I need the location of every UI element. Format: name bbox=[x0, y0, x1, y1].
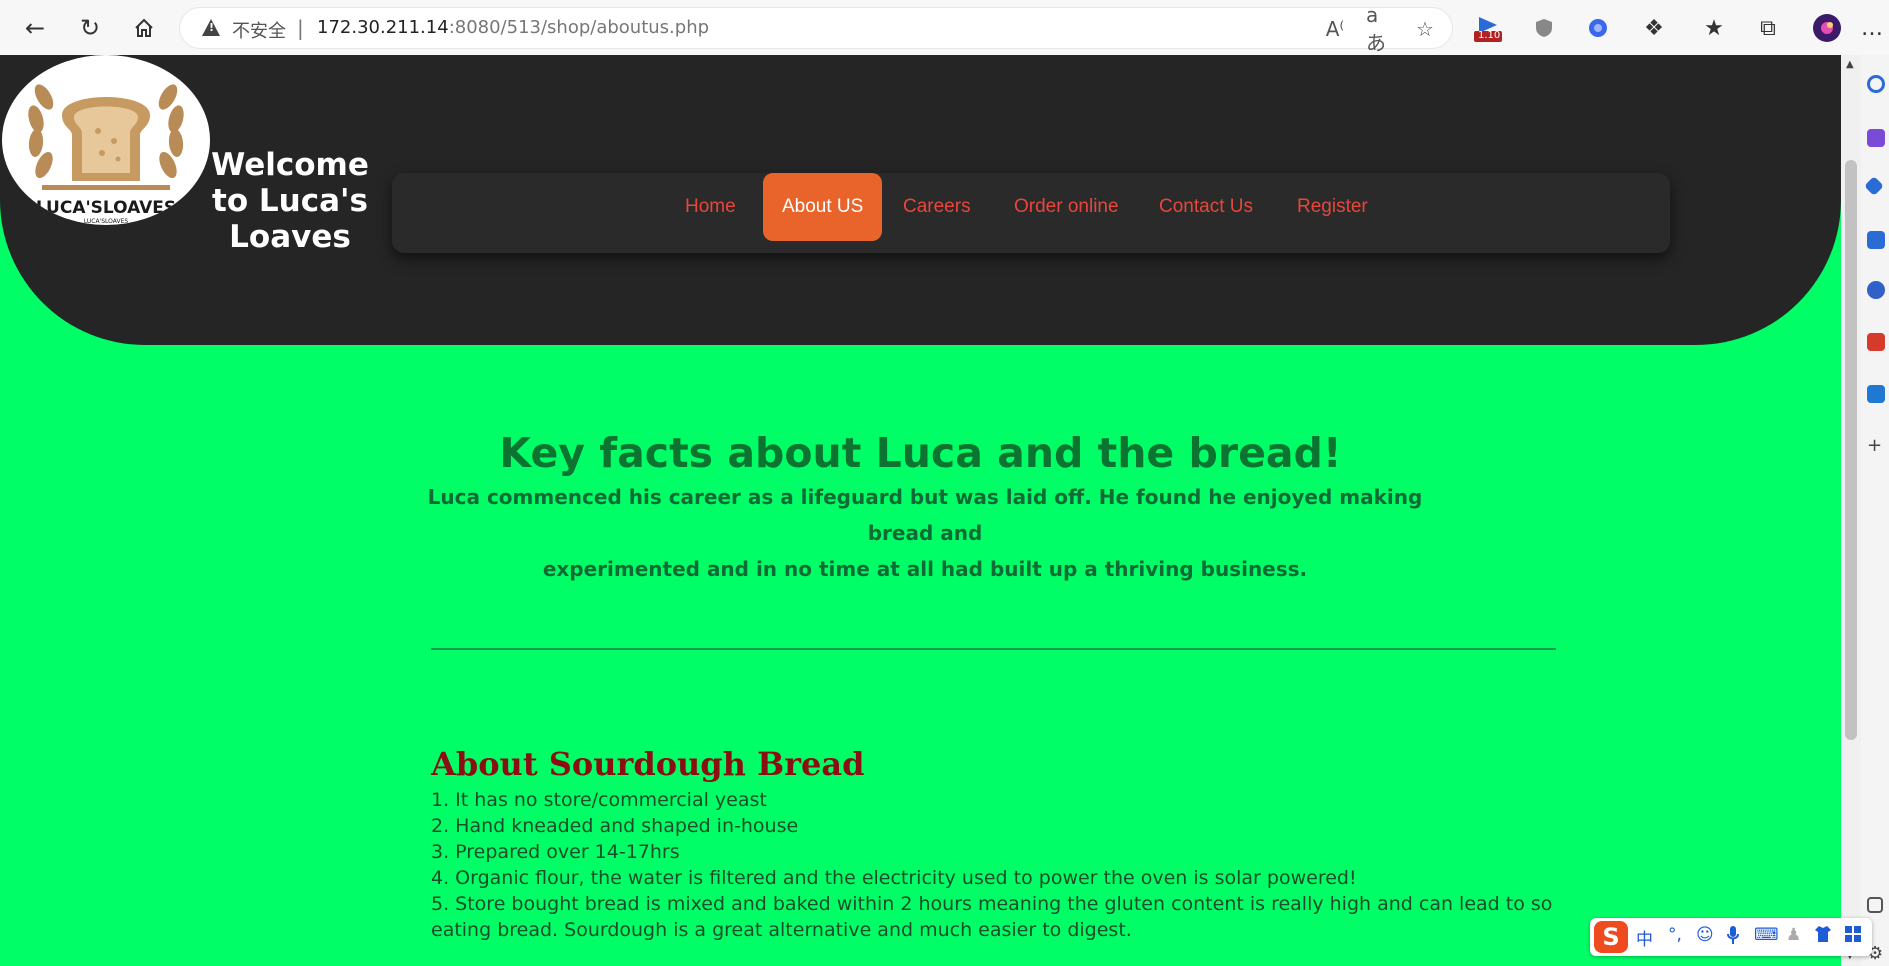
page-title: Key facts about Luca and the bread! bbox=[499, 429, 1342, 477]
nav-careers[interactable]: Careers bbox=[884, 173, 990, 241]
profile-avatar-icon[interactable] bbox=[1811, 12, 1843, 44]
list-item: 4. Organic flour, the water is filtered … bbox=[431, 867, 1357, 889]
outlook-icon[interactable] bbox=[1867, 385, 1885, 403]
vertical-scrollbar[interactable]: ▲ ▼ bbox=[1841, 55, 1861, 966]
favorites-icon[interactable]: ★ bbox=[1698, 12, 1730, 44]
list-item: 1. It has no store/commercial yeast bbox=[431, 789, 767, 811]
site-logo[interactable]: LUCA'SLOAVES LUCA'SLOAVES bbox=[2, 55, 210, 225]
intro-paragraph: Luca commenced his career as a lifeguard… bbox=[420, 479, 1430, 587]
address-bar[interactable]: ! 不安全 | 172.30.211.14:8080/513/shop/abou… bbox=[180, 3, 1452, 55]
toolbox-icon[interactable] bbox=[1844, 925, 1862, 948]
favorite-add-icon[interactable]: ☆ bbox=[1412, 16, 1438, 42]
user-icon[interactable]: ♟ bbox=[1786, 925, 1801, 945]
list-item: 5. Store bought bread is mixed and baked… bbox=[431, 893, 1553, 915]
shield-icon[interactable] bbox=[1528, 12, 1560, 44]
welcome-line: to Luca's bbox=[212, 183, 368, 219]
scroll-up-icon[interactable]: ▲ bbox=[1846, 59, 1854, 70]
more-menu-icon[interactable]: … bbox=[1860, 12, 1884, 44]
read-aloud-icon[interactable]: A⁽ bbox=[1322, 16, 1348, 42]
home-icon[interactable] bbox=[126, 10, 162, 46]
vpn-icon[interactable] bbox=[1582, 12, 1614, 44]
page-viewport: LUCA'SLOAVES LUCA'SLOAVES Welcome to Luc… bbox=[0, 55, 1841, 966]
scroll-thumb[interactable] bbox=[1845, 160, 1857, 740]
back-icon[interactable]: ← bbox=[17, 10, 53, 46]
shopping-icon[interactable] bbox=[1864, 176, 1884, 196]
people-icon[interactable] bbox=[1867, 281, 1885, 299]
url-path: :8080/513/shop/aboutus.php bbox=[448, 17, 710, 38]
welcome-line: Welcome bbox=[211, 147, 369, 183]
sogou-logo-icon[interactable]: S bbox=[1594, 921, 1628, 953]
add-icon[interactable]: + bbox=[1867, 437, 1885, 455]
sidebar-toggle-icon[interactable] bbox=[1867, 897, 1883, 913]
intro-line: Luca commenced his career as a lifeguard… bbox=[427, 485, 1423, 545]
nav-order-online[interactable]: Order online bbox=[995, 173, 1138, 241]
welcome-line: Loaves bbox=[229, 219, 351, 255]
extension-badge-text: 1.10 bbox=[1478, 30, 1501, 41]
nav-contact-us[interactable]: Contact Us bbox=[1140, 173, 1272, 241]
ime-toolbar: S 中 °, ☺ ⌨ ♟ bbox=[1590, 918, 1872, 956]
nav-about-us[interactable]: About US bbox=[763, 173, 883, 241]
ime-punct-toggle[interactable]: °, bbox=[1668, 925, 1682, 945]
nav-register[interactable]: Register bbox=[1278, 173, 1387, 241]
emoji-icon[interactable]: ☺ bbox=[1696, 925, 1714, 945]
extensions-icon[interactable]: ❖ bbox=[1638, 12, 1670, 44]
url-host: 172.30.211.14 bbox=[317, 17, 449, 38]
url-text[interactable]: 172.30.211.14:8080/513/shop/aboutus.php bbox=[317, 17, 709, 38]
refresh-icon[interactable]: ↻ bbox=[72, 10, 108, 46]
browser-toolbar: ← ↻ ! 不安全 | 172.30.211.14:8080/513/shop/… bbox=[0, 0, 1889, 56]
sourdough-heading: About Sourdough Bread bbox=[431, 745, 865, 783]
insecure-label: 不安全 bbox=[232, 21, 286, 42]
site-welcome-title: Welcome to Luca's Loaves bbox=[200, 147, 380, 255]
section-divider bbox=[431, 648, 1556, 650]
collections-icon[interactable]: ⧉ bbox=[1752, 12, 1784, 44]
intro-line: experimented and in no time at all had b… bbox=[542, 557, 1308, 581]
skin-icon[interactable] bbox=[1814, 925, 1832, 948]
url-separator: | bbox=[297, 16, 304, 40]
translate-icon[interactable]: aあ bbox=[1366, 3, 1392, 55]
microphone-icon[interactable] bbox=[1726, 925, 1740, 950]
main-nav: Home About US Careers Order online Conta… bbox=[392, 173, 1670, 253]
office-icon[interactable] bbox=[1867, 333, 1885, 351]
list-item: 2. Hand kneaded and shaped in-house bbox=[431, 815, 799, 837]
list-item: 3. Prepared over 14-17hrs bbox=[431, 841, 680, 863]
browser-sidebar: + ⚙ bbox=[1861, 55, 1889, 966]
ime-mode-toggle[interactable]: 中 bbox=[1636, 925, 1653, 950]
extension-badge-icon[interactable]: 1.10 bbox=[1472, 12, 1504, 44]
keyboard-icon[interactable]: ⌨ bbox=[1754, 925, 1779, 945]
logo-sub-text: LUCA'SLOAVES bbox=[84, 218, 129, 225]
tools-icon[interactable] bbox=[1867, 231, 1885, 249]
search-icon[interactable] bbox=[1867, 75, 1885, 93]
nav-home[interactable]: Home bbox=[666, 173, 755, 241]
copilot-icon[interactable] bbox=[1867, 129, 1885, 147]
bread-logo-icon: LUCA'SLOAVES LUCA'SLOAVES bbox=[28, 84, 184, 225]
